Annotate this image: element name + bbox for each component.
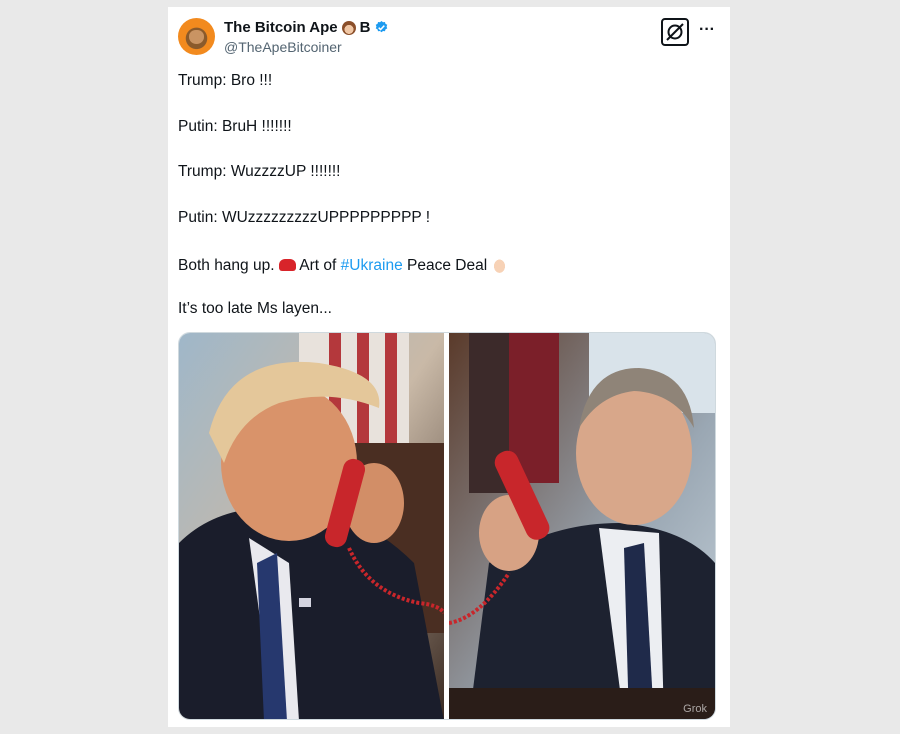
telephone-emoji-icon [278,259,296,271]
grok-watermark: Grok [683,703,707,715]
praying-hands-emoji-icon [491,256,509,273]
deal-text-middle: Art of [299,257,337,274]
photo-putin-on-red-phone[interactable]: Grok [449,333,715,719]
post-line: Trump: Bro !!! [178,72,273,89]
post-text: Trump: Bro !!! Putin: BruH !!!!!!! Trump… [178,71,718,344]
author-display-name[interactable]: The Bitcoin Ape [224,19,338,36]
post-line: Putin: BruH !!!!!!! [178,117,292,135]
post-line: Putin: WUzzzzzzzzzUPPPPPPPPP ! [178,208,431,226]
post-line-closing: It’s too late Ms layen... [178,299,332,317]
putin-photo-image [449,333,715,719]
deal-text-after: Peace Deal [407,257,488,274]
monkey-emoji-icon [341,20,356,35]
ukraine-hashtag-link[interactable]: #Ukraine [341,257,403,274]
trump-photo-image [179,333,444,719]
ape-avatar-icon [189,30,204,44]
author-name-row: The Bitcoin Ape B [224,19,389,36]
post-line-deal: Both hang up. Art of #Ukraine Peace Deal [178,253,718,274]
post-card: The Bitcoin Ape B @TheApeBitcoiner ··· T… [168,7,730,727]
author-avatar[interactable] [178,18,215,55]
post-line: Trump: WuzzzzUP !!!!!!! [178,163,341,180]
post-media[interactable]: Grok [178,332,716,720]
grok-icon [666,23,684,41]
more-options-button[interactable]: ··· [696,19,718,41]
author-name-badge: B [359,19,371,36]
deal-text-before: Both hang up. [178,257,275,274]
photo-trump-on-red-phone[interactable] [179,333,444,719]
verified-badge-icon [376,20,388,33]
grok-button[interactable] [661,18,689,46]
author-handle[interactable]: @TheApeBitcoiner [224,39,342,55]
